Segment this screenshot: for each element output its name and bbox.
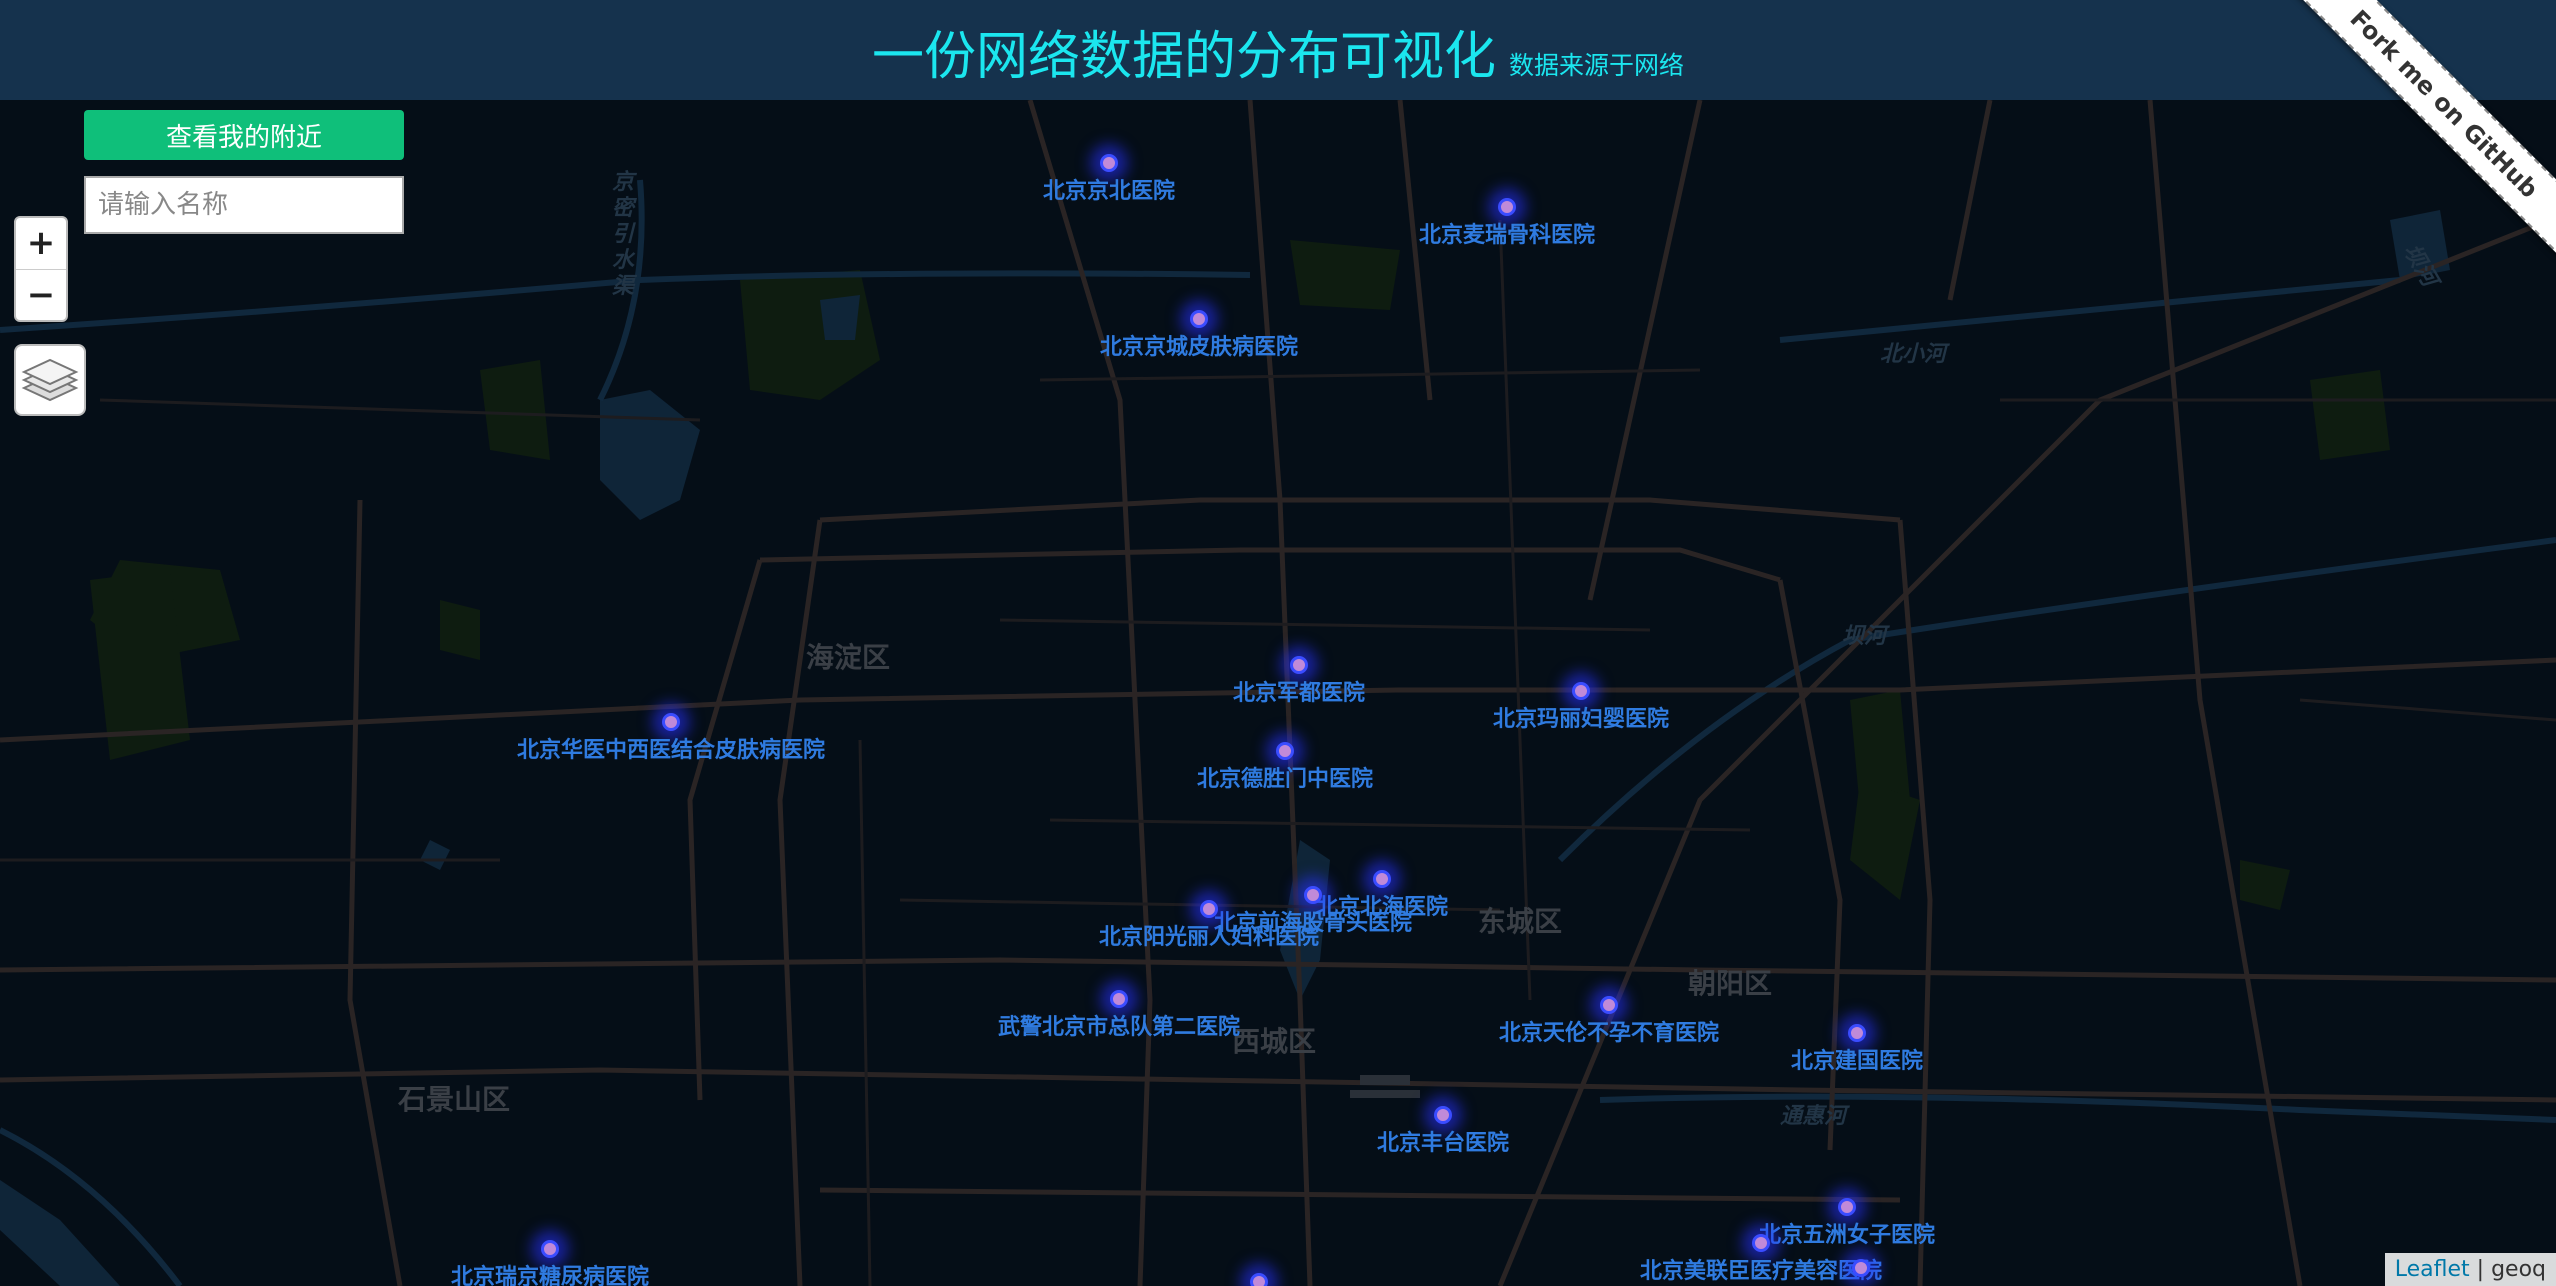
zoom-in-button[interactable]: + <box>16 218 66 270</box>
marker-label-jundu: 北京军都医院 <box>1232 681 1366 706</box>
marker-meilianchen[interactable] <box>1752 1234 1770 1252</box>
attribution-separator: | <box>2476 1257 2485 1282</box>
district-label-shijingshan: 石景山区 <box>398 1083 511 1116</box>
search-input[interactable] <box>84 176 404 234</box>
title-main: 一份网络数据的分布可视化 <box>871 27 1496 87</box>
marker-label-jingcheng: 北京京城皮肤病医院 <box>1099 335 1299 360</box>
marker-huayi[interactable] <box>662 713 680 731</box>
marker-partial-2[interactable] <box>1852 1259 1870 1277</box>
marker-label-wuzhou: 北京五洲女子医院 <box>1758 1223 1936 1248</box>
marker-label-mairui: 北京麦瑞骨科医院 <box>1418 223 1596 248</box>
marker-ruijing[interactable] <box>541 1240 559 1258</box>
leaflet-link[interactable]: Leaflet <box>2395 1257 2470 1282</box>
marker-label-deshengmen: 北京德胜门中医院 <box>1196 767 1374 792</box>
title-subtitle: 数据来源于网络 <box>1509 51 1685 80</box>
zoom-out-button[interactable]: − <box>16 270 66 321</box>
marker-deshengmen[interactable] <box>1276 742 1294 760</box>
marker-wuzhou[interactable] <box>1838 1198 1856 1216</box>
district-label-haidian: 海淀区 <box>806 641 891 674</box>
fork-ribbon-label[interactable]: Fork me on GitHub <box>2291 0 2556 257</box>
marker-label-huayi: 北京华医中西医结合皮肤病医院 <box>516 738 826 763</box>
nearby-button[interactable]: 查看我的附近 <box>84 110 404 160</box>
attribution-source: geoq <box>2491 1257 2546 1282</box>
marker-jingcheng[interactable] <box>1190 310 1208 328</box>
river-label-ba: 坝河 <box>1842 624 1887 649</box>
marker-label-yangguang: 北京阳光丽人妇科医院 <box>1098 925 1320 950</box>
district-label-dongcheng: 东城区 <box>1478 905 1563 938</box>
river-label-jingmi: 京密引水渠 <box>612 170 635 299</box>
marker-fengtai[interactable] <box>1434 1106 1452 1124</box>
header-bar: 一份网络数据的分布可视化 数据来源于网络 <box>0 0 2556 100</box>
marker-label-jingbei: 北京京北医院 <box>1042 179 1176 204</box>
map-view[interactable]: 海淀区 东城区 朝阳区 西城区 石景山区 京密引水渠 北小河 坝河 通惠河 坝河… <box>0 100 2556 1286</box>
marker-label-ruijing: 北京瑞京糖尿病医院 <box>450 1265 650 1286</box>
marker-jianguo[interactable] <box>1848 1024 1866 1042</box>
district-label-chaoyang: 朝阳区 <box>1688 967 1773 1000</box>
district-label-xicheng: 西城区 <box>1232 1025 1317 1058</box>
zoom-control: + − <box>14 216 68 322</box>
fork-ribbon[interactable]: Fork me on GitHub <box>2286 0 2556 270</box>
marker-label-wujing: 武警北京市总队第二医院 <box>997 1015 1241 1040</box>
marker-mali[interactable] <box>1572 682 1590 700</box>
layers-icon <box>21 358 79 402</box>
marker-tianlun[interactable] <box>1600 996 1618 1014</box>
marker-label-fengtai: 北京丰台医院 <box>1376 1131 1510 1156</box>
river-label-beixiao: 北小河 <box>1880 342 1947 367</box>
marker-jingbei[interactable] <box>1100 154 1118 172</box>
layers-button[interactable] <box>14 344 86 416</box>
marker-label-mali: 北京玛丽妇婴医院 <box>1492 707 1670 732</box>
river-label-tonghui: 通惠河 <box>1780 1104 1847 1129</box>
marker-label-meilianchen: 北京美联臣医疗美容医院 <box>1639 1259 1883 1284</box>
marker-partial[interactable] <box>1250 1273 1268 1286</box>
attribution: Leaflet | geoq <box>2384 1253 2556 1286</box>
marker-jundu[interactable] <box>1290 656 1308 674</box>
marker-mairui[interactable] <box>1498 198 1516 216</box>
marker-yangguang[interactable] <box>1200 900 1218 918</box>
marker-label-jianguo: 北京建国医院 <box>1790 1049 1924 1074</box>
page-title: 一份网络数据的分布可视化 数据来源于网络 <box>0 14 2556 89</box>
marker-beihai[interactable] <box>1373 870 1391 888</box>
marker-wujing[interactable] <box>1110 990 1128 1008</box>
marker-label-tianlun: 北京天伦不孕不育医院 <box>1498 1021 1720 1046</box>
marker-qianhai[interactable] <box>1304 886 1322 904</box>
